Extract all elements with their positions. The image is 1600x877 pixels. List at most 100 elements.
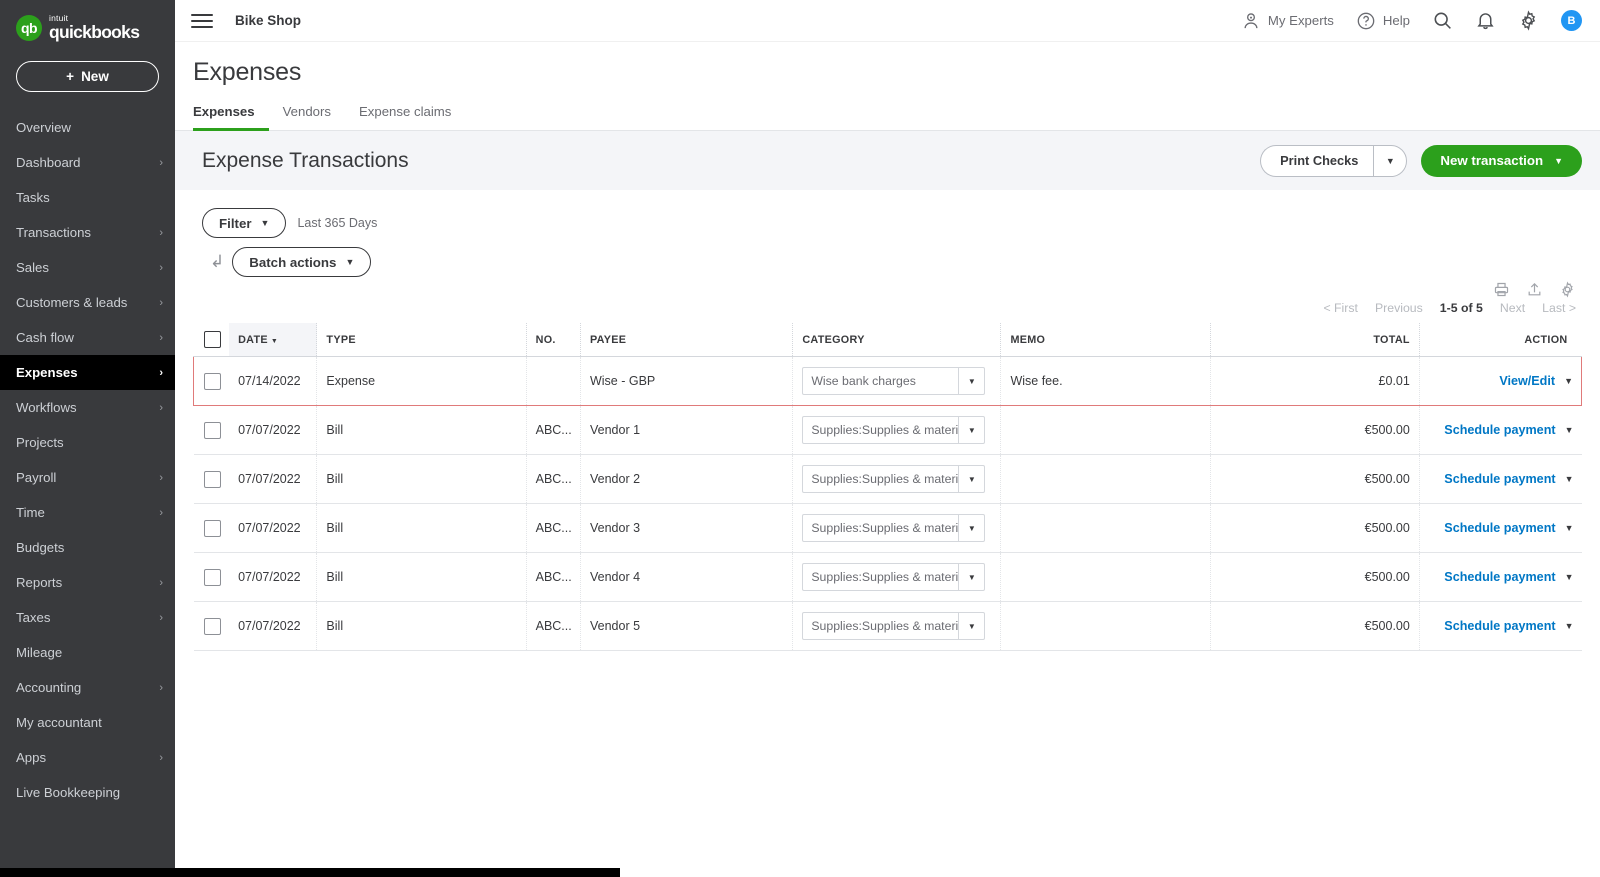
table-row[interactable]: 07/07/2022 Bill ABC... Vendor 5 Supplies… (193, 601, 1582, 651)
new-button-label: New (81, 69, 109, 84)
pager-previous[interactable]: Previous (1375, 301, 1423, 315)
sidebar-item-sales[interactable]: Sales › (0, 250, 175, 285)
table-row[interactable]: 07/07/2022 Bill ABC... Vendor 4 Supplies… (193, 552, 1582, 602)
sidebar-item-workflows[interactable]: Workflows › (0, 390, 175, 425)
print-checks-button[interactable]: Print Checks (1260, 144, 1374, 177)
sidebar-item-projects[interactable]: Projects (0, 425, 175, 460)
sidebar-item-taxes[interactable]: Taxes › (0, 600, 175, 635)
scrollbar-thumb[interactable] (0, 868, 620, 877)
category-select[interactable]: Supplies:Supplies & materią ▼ (802, 612, 986, 640)
quickbooks-logo[interactable]: qb intuit quickbooks (0, 0, 175, 42)
cell-no: ABC... (526, 552, 581, 602)
hamburger-icon[interactable] (191, 13, 213, 28)
chevron-down-icon: ▼ (958, 417, 984, 443)
action-dropdown-caret-icon[interactable]: ▼ (1565, 425, 1574, 435)
column-header-date[interactable]: DATE ▼ (229, 323, 318, 357)
new-transaction-button[interactable]: New transaction ▼ (1421, 144, 1582, 177)
export-button[interactable] (1526, 281, 1543, 298)
avatar[interactable]: B (1561, 10, 1582, 31)
chevron-right-icon: › (159, 576, 163, 589)
print-button[interactable] (1493, 281, 1510, 298)
action-dropdown-caret-icon[interactable]: ▼ (1565, 572, 1574, 582)
schedule-payment-link[interactable]: Schedule payment (1444, 423, 1555, 437)
sidebar-item-apps[interactable]: Apps › (0, 740, 175, 775)
column-header-category[interactable]: CATEGORY (792, 323, 1002, 357)
schedule-payment-link[interactable]: Schedule payment (1444, 472, 1555, 486)
settings-button[interactable] (1518, 10, 1539, 31)
search-button[interactable] (1432, 10, 1453, 31)
column-header-total[interactable]: TOTAL (1210, 323, 1420, 357)
schedule-payment-link[interactable]: Schedule payment (1444, 521, 1555, 535)
row-checkbox[interactable] (203, 421, 221, 439)
my-experts-button[interactable]: My Experts (1241, 11, 1334, 31)
page-header: Expenses (175, 42, 1600, 87)
row-checkbox[interactable] (203, 617, 221, 635)
cell-total: €500.00 (1210, 552, 1420, 602)
column-header-no[interactable]: NO. (526, 323, 581, 357)
tab-vendors[interactable]: Vendors (269, 104, 345, 131)
cell-type: Bill (316, 405, 527, 455)
cell-type: Bill (316, 503, 527, 553)
sidebar-item-customers-leads[interactable]: Customers & leads › (0, 285, 175, 320)
action-dropdown-caret-icon[interactable]: ▼ (1564, 376, 1573, 386)
action-dropdown-caret-icon[interactable]: ▼ (1565, 523, 1574, 533)
table-row[interactable]: 07/14/2022 Expense Wise - GBP Wise bank … (193, 356, 1583, 406)
new-button[interactable]: + New (16, 61, 159, 92)
tab-expense-claims[interactable]: Expense claims (345, 104, 465, 131)
chevron-right-icon: › (159, 611, 163, 624)
table-row[interactable]: 07/07/2022 Bill ABC... Vendor 2 Supplies… (193, 454, 1582, 504)
select-all-checkbox[interactable] (203, 331, 221, 348)
horizontal-scrollbar[interactable] (0, 868, 1600, 877)
table-settings-button[interactable] (1559, 281, 1576, 298)
filter-button[interactable]: Filter ▼ (202, 208, 287, 238)
row-checkbox[interactable] (203, 470, 221, 488)
sidebar-item-label: My accountant (16, 715, 102, 730)
sidebar-item-reports[interactable]: Reports › (0, 565, 175, 600)
sidebar-item-transactions[interactable]: Transactions › (0, 215, 175, 250)
category-select[interactable]: Supplies:Supplies & materią ▼ (802, 416, 986, 444)
category-select[interactable]: Supplies:Supplies & materią ▼ (802, 514, 986, 542)
cell-no: ABC... (526, 405, 581, 455)
view-edit-link[interactable]: View/Edit (1499, 374, 1555, 388)
sidebar-item-live-bookkeeping[interactable]: Live Bookkeeping (0, 775, 175, 810)
row-checkbox[interactable] (203, 568, 221, 586)
row-checkbox[interactable] (204, 372, 221, 390)
schedule-payment-link[interactable]: Schedule payment (1444, 619, 1555, 633)
sidebar-item-time[interactable]: Time › (0, 495, 175, 530)
sidebar-item-my-accountant[interactable]: My accountant (0, 705, 175, 740)
table-row[interactable]: 07/07/2022 Bill ABC... Vendor 3 Supplies… (193, 503, 1582, 553)
sidebar-item-dashboard[interactable]: Dashboard › (0, 145, 175, 180)
sidebar-item-mileage[interactable]: Mileage (0, 635, 175, 670)
sidebar-item-label: Reports (16, 575, 63, 590)
notifications-button[interactable] (1475, 10, 1496, 31)
category-select[interactable]: Supplies:Supplies & materią ▼ (802, 563, 986, 591)
sidebar-item-overview[interactable]: Overview (0, 110, 175, 145)
sidebar-item-tasks[interactable]: Tasks (0, 180, 175, 215)
sidebar-item-cash-flow[interactable]: Cash flow › (0, 320, 175, 355)
help-button[interactable]: Help (1356, 11, 1410, 31)
pager-next[interactable]: Next (1500, 301, 1525, 315)
sidebar-item-expenses[interactable]: Expenses › (0, 355, 175, 390)
sidebar-item-budgets[interactable]: Budgets (0, 530, 175, 565)
row-checkbox[interactable] (203, 519, 221, 537)
tab-expenses[interactable]: Expenses (193, 104, 269, 131)
category-select[interactable]: Wise bank charges ▼ (802, 367, 986, 395)
top-bar-right: My Experts Help B (1241, 10, 1582, 31)
action-dropdown-caret-icon[interactable]: ▼ (1565, 474, 1574, 484)
action-dropdown-caret-icon[interactable]: ▼ (1565, 621, 1574, 631)
column-header-memo[interactable]: MEMO (1000, 323, 1211, 357)
chevron-right-icon: › (159, 156, 163, 169)
sidebar-item-accounting[interactable]: Accounting › (0, 670, 175, 705)
pager-last[interactable]: Last > (1542, 301, 1576, 315)
schedule-payment-link[interactable]: Schedule payment (1444, 570, 1555, 584)
column-header-type[interactable]: TYPE (316, 323, 527, 357)
category-select[interactable]: Supplies:Supplies & materią ▼ (802, 465, 986, 493)
pager-first[interactable]: < First (1323, 301, 1358, 315)
column-header-payee[interactable]: PAYEE (580, 323, 794, 357)
table-row[interactable]: 07/07/2022 Bill ABC... Vendor 1 Supplies… (193, 405, 1582, 455)
batch-actions-button[interactable]: Batch actions ▼ (232, 247, 372, 277)
print-checks-dropdown-caret-icon[interactable]: ▼ (1373, 144, 1408, 177)
chevron-right-icon: › (159, 331, 163, 344)
sidebar-item-payroll[interactable]: Payroll › (0, 460, 175, 495)
expense-transactions-table: DATE ▼ TYPE NO. PAYEE CATEGORY MEMO TOTAL… (193, 323, 1583, 651)
